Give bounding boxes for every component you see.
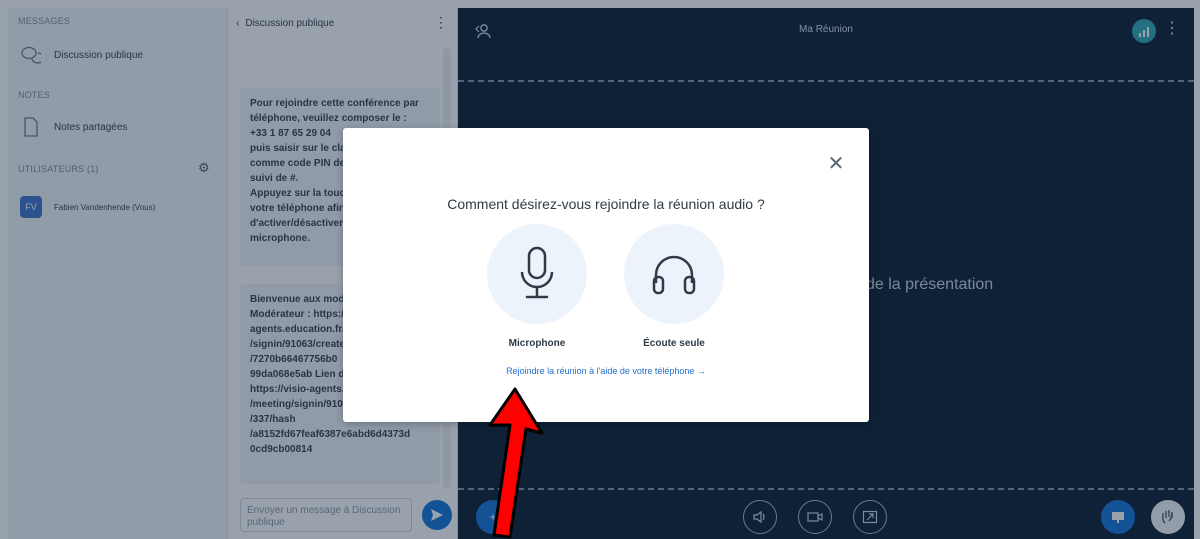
close-icon[interactable]: ✕	[825, 152, 847, 175]
join-by-phone-link[interactable]: Rejoindre la réunion à l'aide de votre t…	[343, 366, 869, 376]
audio-join-modal: ✕ Comment désirez-vous rejoindre la réun…	[343, 128, 869, 422]
microphone-icon	[487, 224, 587, 324]
listen-only-option-label: Écoute seule	[643, 338, 705, 349]
modal-title: Comment désirez-vous rejoindre la réunio…	[447, 196, 765, 212]
microphone-option-button[interactable]: Microphone	[487, 224, 587, 349]
annotation-arrow	[488, 387, 544, 539]
headphones-icon	[624, 224, 724, 324]
microphone-option-label: Microphone	[508, 338, 566, 349]
listen-only-option-button[interactable]: Écoute seule	[624, 224, 724, 349]
